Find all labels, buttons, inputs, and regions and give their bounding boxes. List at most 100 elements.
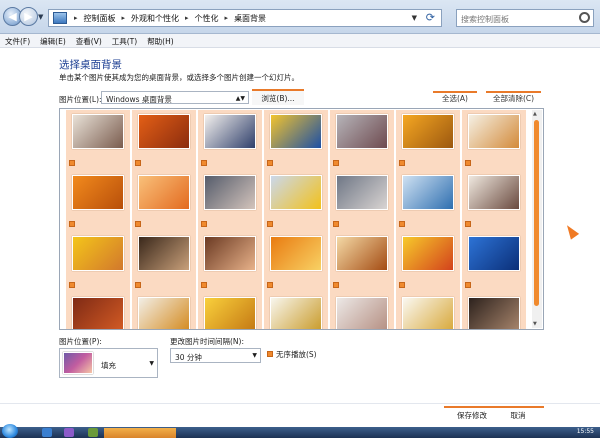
address-dropdown-icon[interactable]: ▼ <box>412 14 417 22</box>
wallpaper-checkbox[interactable] <box>465 221 471 227</box>
wallpaper-thumbnail[interactable] <box>468 236 520 271</box>
menu-tools[interactable]: 工具(T) <box>107 34 142 47</box>
wallpaper-thumbnail[interactable] <box>204 114 256 149</box>
menu-edit[interactable]: 编辑(E) <box>35 34 71 47</box>
breadcrumb-desktop-background[interactable]: 桌面背景 <box>231 13 269 24</box>
wallpaper-checkbox[interactable] <box>465 282 471 288</box>
breadcrumb[interactable]: ▸ 控制面板 ▸ 外观和个性化 ▸ 个性化 ▸ 桌面背景 ▼ ⟳ <box>48 9 442 27</box>
wallpaper-item[interactable] <box>462 110 526 171</box>
wallpaper-thumbnail[interactable] <box>204 236 256 271</box>
browse-button[interactable]: 浏览(B)... <box>252 89 304 105</box>
wallpaper-item[interactable] <box>396 232 460 293</box>
wallpaper-thumbnail[interactable] <box>336 236 388 271</box>
wallpaper-checkbox[interactable] <box>267 221 273 227</box>
wallpaper-checkbox[interactable] <box>69 221 75 227</box>
wallpaper-item[interactable] <box>132 171 196 232</box>
wallpaper-item[interactable] <box>198 232 262 293</box>
wallpaper-checkbox[interactable] <box>333 221 339 227</box>
wallpaper-item[interactable] <box>66 110 130 171</box>
wallpaper-checkbox[interactable] <box>267 160 273 166</box>
wallpaper-thumbnail[interactable] <box>468 175 520 210</box>
refresh-icon[interactable]: ⟳ <box>426 11 435 24</box>
wallpaper-item[interactable] <box>330 110 394 171</box>
wallpaper-checkbox[interactable] <box>333 160 339 166</box>
vertical-scrollbar[interactable]: ▲ ▼ <box>532 110 542 328</box>
shuffle-label[interactable]: 无序播放(S) <box>276 349 317 360</box>
wallpaper-item[interactable] <box>66 171 130 232</box>
start-button[interactable] <box>2 424 18 438</box>
scrollbar-thumb[interactable] <box>534 120 539 306</box>
wallpaper-thumbnail[interactable] <box>204 297 256 329</box>
scroll-up-icon[interactable]: ▲ <box>533 111 537 117</box>
wallpaper-thumbnail[interactable] <box>402 297 454 329</box>
wallpaper-item[interactable] <box>198 293 262 329</box>
wallpaper-thumbnail[interactable] <box>270 297 322 329</box>
wallpaper-thumbnail[interactable] <box>336 175 388 210</box>
wallpaper-thumbnail[interactable] <box>138 236 190 271</box>
menu-file[interactable]: 文件(F) <box>0 34 35 47</box>
wallpaper-thumbnail[interactable] <box>72 236 124 271</box>
wallpaper-checkbox[interactable] <box>399 160 405 166</box>
wallpaper-item[interactable] <box>264 232 328 293</box>
wallpaper-checkbox[interactable] <box>399 221 405 227</box>
wallpaper-checkbox[interactable] <box>333 282 339 288</box>
wallpaper-thumbnail[interactable] <box>204 175 256 210</box>
scroll-down-icon[interactable]: ▼ <box>533 321 537 327</box>
wallpaper-thumbnail[interactable] <box>336 114 388 149</box>
cancel-button[interactable]: 取消 <box>492 406 544 423</box>
wallpaper-checkbox[interactable] <box>465 160 471 166</box>
search-icon[interactable] <box>579 12 590 23</box>
wallpaper-thumbnail[interactable] <box>336 297 388 329</box>
wallpaper-thumbnail[interactable] <box>72 297 124 329</box>
wallpaper-thumbnail[interactable] <box>402 114 454 149</box>
app-icon[interactable] <box>88 428 98 437</box>
wallpaper-checkbox[interactable] <box>69 160 75 166</box>
wallpaper-thumbnail[interactable] <box>402 236 454 271</box>
wallpaper-thumbnail[interactable] <box>72 175 124 210</box>
select-all-button[interactable]: 全选(A) <box>433 91 477 105</box>
wallpaper-thumbnail[interactable] <box>402 175 454 210</box>
breadcrumb-personalization[interactable]: 个性化 <box>192 13 222 24</box>
picture-position-select[interactable]: 填充 ▼ <box>59 348 158 378</box>
wallpaper-checkbox[interactable] <box>135 221 141 227</box>
wallpaper-item[interactable] <box>462 171 526 232</box>
wallpaper-item[interactable] <box>264 171 328 232</box>
wallpaper-item[interactable] <box>330 232 394 293</box>
wallpaper-checkbox[interactable] <box>399 282 405 288</box>
forward-button[interactable]: ▶ <box>19 7 38 26</box>
wallpaper-thumbnail[interactable] <box>468 297 520 329</box>
wallpaper-checkbox[interactable] <box>201 160 207 166</box>
wallpaper-thumbnail[interactable] <box>72 114 124 149</box>
ie-icon[interactable] <box>42 428 52 437</box>
wallpaper-item[interactable] <box>132 232 196 293</box>
breadcrumb-control-panel[interactable]: 控制面板 <box>81 13 119 24</box>
wallpaper-thumbnail[interactable] <box>138 175 190 210</box>
wallpaper-item[interactable] <box>132 293 196 329</box>
wallpaper-checkbox[interactable] <box>201 221 207 227</box>
wallpaper-item[interactable] <box>462 232 526 293</box>
wallpaper-checkbox[interactable] <box>135 160 141 166</box>
wallpaper-item[interactable] <box>330 293 394 329</box>
menu-help[interactable]: 帮助(H) <box>142 34 179 47</box>
wallpaper-item[interactable] <box>264 110 328 171</box>
wallpaper-thumbnail[interactable] <box>138 114 190 149</box>
wallpaper-item[interactable] <box>198 171 262 232</box>
wallpaper-thumbnail[interactable] <box>270 175 322 210</box>
wallpaper-item[interactable] <box>132 110 196 171</box>
search-input[interactable]: 搜索控制面板 <box>456 9 594 27</box>
wallpaper-thumbnail[interactable] <box>138 297 190 329</box>
taskbar-active-window[interactable] <box>104 428 176 438</box>
wallpaper-item[interactable] <box>66 232 130 293</box>
wallpaper-item[interactable] <box>330 171 394 232</box>
wallpaper-checkbox[interactable] <box>135 282 141 288</box>
wallpaper-gallery[interactable]: ▲ ▼ <box>59 108 544 330</box>
interval-select[interactable]: 30 分钟 ▼ <box>170 348 261 363</box>
clear-all-button[interactable]: 全部清除(C) <box>486 91 541 105</box>
shuffle-checkbox[interactable] <box>267 351 273 357</box>
wallpaper-item[interactable] <box>462 293 526 329</box>
menu-view[interactable]: 查看(V) <box>71 34 107 47</box>
wallpaper-thumbnail[interactable] <box>270 114 322 149</box>
wallpaper-item[interactable] <box>264 293 328 329</box>
recent-pages-chevron-icon[interactable]: ▼ <box>38 13 43 21</box>
breadcrumb-appearance[interactable]: 外观和个性化 <box>128 13 182 24</box>
